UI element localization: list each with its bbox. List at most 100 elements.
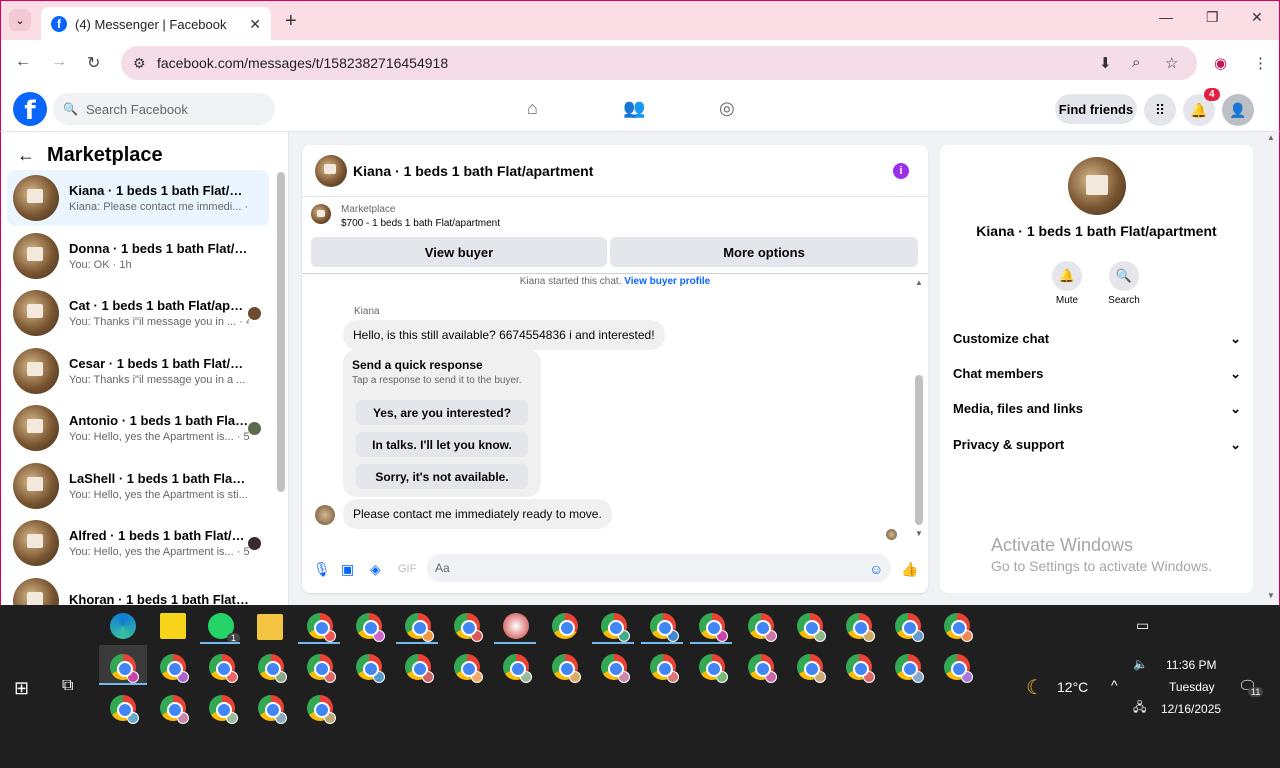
sidebar-scrollbar[interactable]	[277, 172, 285, 492]
chrome-icon[interactable]	[552, 613, 578, 639]
chrome-icon[interactable]	[846, 654, 875, 683]
reload-icon[interactable]: ↻	[87, 53, 100, 73]
chrome-icon[interactable]	[748, 654, 777, 683]
chrome-icon[interactable]	[209, 695, 238, 724]
chat-title[interactable]: Kiana · 1 beds 1 bath Flat/apartment	[353, 163, 593, 179]
chrome-icon[interactable]	[160, 695, 189, 724]
chrome-icon[interactable]	[650, 613, 679, 642]
url-field[interactable]: ⚙ facebook.com/messages/t/15823827164549…	[121, 46, 1197, 80]
forward-icon[interactable]: →	[51, 53, 67, 71]
chrome-icon[interactable]	[307, 695, 336, 724]
network-icon[interactable]: 🖧	[1133, 698, 1146, 719]
view-buyer-button[interactable]: View buyer	[311, 237, 607, 267]
conversation-item[interactable]: Kiana · 1 beds 1 bath Flat/apart... Kian…	[7, 170, 269, 226]
conversation-item[interactable]: Cat · 1 beds 1 bath Flat/apart... You: T…	[7, 285, 269, 341]
conversation-item[interactable]: Antonio · 1 beds 1 bath Flat/a... You: H…	[7, 400, 269, 456]
chrome-icon[interactable]	[110, 654, 139, 683]
zoom-icon[interactable]: ⌕	[1132, 54, 1140, 71]
chrome-icon[interactable]	[454, 654, 483, 683]
chrome-icon[interactable]	[895, 613, 924, 642]
edge-icon[interactable]	[110, 613, 136, 639]
emoji-icon[interactable]: ☺	[869, 561, 883, 577]
clock-time[interactable]: 11:36 PM	[1166, 658, 1216, 672]
task-view-icon[interactable]: ⧉	[62, 677, 73, 695]
chrome-icon[interactable]	[797, 654, 826, 683]
install-app-icon[interactable]: ⬇	[1099, 54, 1112, 72]
quick-response-button[interactable]: Yes, are you interested?	[356, 400, 528, 425]
find-friends-button[interactable]: Find friends	[1055, 94, 1137, 124]
chrome-icon[interactable]	[650, 654, 679, 683]
chrome-icon[interactable]	[160, 654, 189, 683]
scroll-down-icon[interactable]: ▼	[915, 529, 923, 538]
chrome-icon[interactable]	[601, 613, 630, 642]
menu-dots-icon[interactable]: ⋮	[1253, 54, 1268, 72]
chrome-icon[interactable]	[258, 654, 287, 683]
chrome-icon[interactable]	[209, 654, 238, 683]
gif-icon[interactable]: GIF	[398, 563, 416, 575]
menu-grid-icon[interactable]: ⠿	[1144, 94, 1176, 126]
close-window-icon[interactable]: ✕	[1251, 9, 1263, 26]
chrome-icon[interactable]	[699, 654, 728, 683]
microphone-icon[interactable]: 🎙	[313, 561, 331, 578]
sticker-icon[interactable]: ◈	[370, 561, 381, 578]
chrome-icon[interactable]	[356, 654, 385, 683]
profile-icon[interactable]: ◉	[1214, 54, 1227, 72]
chrome-icon[interactable]	[846, 613, 875, 642]
like-thumb-icon[interactable]: 👍	[901, 561, 918, 578]
conversation-item[interactable]: Khoran · 1 beds 1 bath Flat/apar...	[7, 573, 269, 605]
chat-avatar[interactable]	[315, 154, 347, 187]
conversation-item[interactable]: Donna · 1 beds 1 bath Flat/apart... You:…	[7, 228, 269, 284]
search-chat-button[interactable]: 🔍 Search	[1094, 261, 1154, 306]
conversation-item[interactable]: Alfred · 1 beds 1 bath Flat/apa... You: …	[7, 515, 269, 571]
chrome-icon[interactable]	[601, 654, 630, 683]
meet-now-icon[interactable]: ▭	[1136, 617, 1149, 634]
sticky-notes-icon[interactable]	[160, 613, 186, 639]
conversation-item[interactable]: LaShell · 1 beds 1 bath Flat/apar... You…	[7, 458, 269, 514]
clock-date[interactable]: 12/16/2025	[1161, 702, 1221, 716]
back-icon[interactable]: ←	[15, 53, 31, 71]
chrome-icon[interactable]	[356, 613, 385, 642]
minimize-icon[interactable]: —	[1159, 9, 1173, 25]
chat-scrollbar[interactable]	[915, 375, 923, 525]
chrome-icon[interactable]	[454, 613, 483, 642]
tab-search-icon[interactable]: ⌄	[9, 9, 31, 31]
more-options-button[interactable]: More options	[610, 237, 918, 267]
home-icon[interactable]: ⌂	[527, 98, 538, 119]
chrome-icon[interactable]	[944, 654, 973, 683]
facebook-search-input[interactable]: 🔍 Search Facebook	[53, 93, 275, 125]
facebook-logo-icon[interactable]: f	[13, 92, 47, 126]
chrome-icon[interactable]	[405, 654, 434, 683]
chrome-icon[interactable]	[552, 654, 581, 683]
privacy-support-section[interactable]: Privacy & support ⌄	[953, 437, 1241, 453]
view-buyer-profile-link[interactable]: View buyer profile	[624, 276, 710, 287]
mute-button[interactable]: 🔔 Mute	[1037, 261, 1097, 306]
chrome-icon[interactable]	[405, 613, 434, 642]
weather-moon-icon[interactable]: ☾	[1026, 675, 1044, 700]
clock-day[interactable]: Tuesday	[1169, 680, 1215, 694]
close-tab-icon[interactable]: ✕	[249, 16, 261, 33]
windows-start-icon[interactable]: ⊞	[14, 678, 29, 699]
chrome-icon[interactable]	[748, 613, 777, 642]
app-icon[interactable]	[503, 613, 529, 639]
quick-response-button[interactable]: In talks. I'll let you know.	[356, 432, 528, 457]
new-tab-icon[interactable]: +	[285, 10, 297, 33]
page-scroll-down-icon[interactable]: ▼	[1267, 591, 1275, 600]
restore-icon[interactable]: ❐	[1206, 9, 1219, 26]
speaker-icon[interactable]: 🔈	[1133, 657, 1148, 671]
browser-tab[interactable]: f (4) Messenger | Facebook ✕	[41, 7, 271, 41]
chrome-icon[interactable]	[503, 654, 532, 683]
conversation-item[interactable]: Cesar · 1 beds 1 bath Flat/apart... You:…	[7, 343, 269, 399]
quick-response-button[interactable]: Sorry, it's not available.	[356, 464, 528, 489]
chrome-icon[interactable]	[258, 695, 287, 724]
contact-avatar[interactable]	[1068, 157, 1126, 215]
file-explorer-icon[interactable]	[257, 614, 283, 640]
chrome-icon[interactable]	[110, 695, 139, 724]
page-scroll-up-icon[interactable]: ▲	[1267, 133, 1275, 142]
chrome-icon[interactable]	[797, 613, 826, 642]
show-hidden-icons-icon[interactable]: ^	[1111, 677, 1118, 693]
chrome-icon[interactable]	[699, 613, 728, 642]
info-icon[interactable]: i	[893, 163, 909, 179]
weather-temp[interactable]: 12°C	[1057, 679, 1088, 695]
chat-members-section[interactable]: Chat members ⌄	[953, 366, 1241, 382]
bookmark-star-icon[interactable]: ☆	[1165, 54, 1178, 72]
